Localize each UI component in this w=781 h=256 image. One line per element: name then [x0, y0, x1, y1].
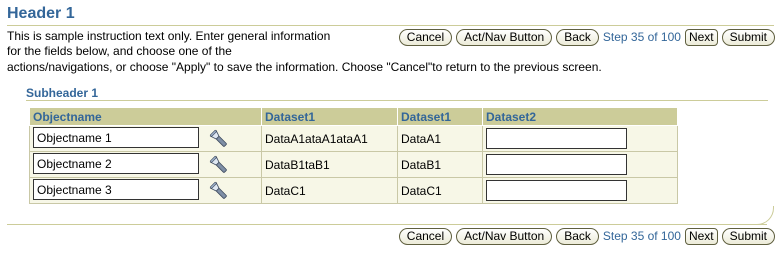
back-button[interactable]: Back: [556, 227, 599, 245]
dataset1b-cell: DataB1: [397, 151, 483, 178]
bottom-button-bar: Cancel Act/Nav Button Back Step 35 of 10…: [395, 227, 775, 245]
dataset1b-cell: DataA1: [397, 125, 483, 152]
dataset2-cell: [482, 151, 678, 178]
column-header-objectname: Objectname: [29, 107, 262, 126]
instruction-text-continued: actions/navigations, or choose "Apply" t…: [7, 60, 602, 74]
footer-corner: [757, 206, 774, 225]
dataset2-input[interactable]: [486, 128, 627, 149]
data-table: Objectname Dataset1 Dataset1 Dataset2 Da…: [29, 107, 678, 204]
flashlight-icon[interactable]: [208, 180, 230, 202]
dataset2-cell: [482, 125, 678, 152]
table-row: DataA1ataA1ataA1 DataA1: [29, 125, 678, 152]
page-title: Header 1: [7, 5, 75, 22]
objectname-input[interactable]: [33, 127, 199, 149]
table-header-row: Objectname Dataset1 Dataset1 Dataset2: [29, 107, 678, 126]
objectname-cell: [29, 177, 262, 204]
objectname-input[interactable]: [33, 179, 199, 201]
column-header-dataset1-b: Dataset1: [397, 107, 483, 126]
objectname-cell: [29, 151, 262, 178]
next-button[interactable]: Next: [684, 28, 718, 46]
cancel-button[interactable]: Cancel: [398, 28, 453, 46]
objectname-input[interactable]: [33, 153, 199, 175]
flashlight-icon[interactable]: [208, 128, 230, 150]
act-nav-button[interactable]: Act/Nav Button: [456, 227, 553, 245]
footer-divider: [7, 224, 767, 225]
next-button[interactable]: Next: [684, 227, 718, 245]
dataset1-cell: DataA1ataA1ataA1: [261, 125, 398, 152]
column-header-dataset2: Dataset2: [482, 107, 678, 126]
objectname-cell: [29, 125, 262, 152]
table-row: DataC1 DataC1: [29, 177, 678, 204]
dataset2-input[interactable]: [486, 154, 627, 175]
flashlight-icon[interactable]: [208, 154, 230, 176]
submit-button[interactable]: Submit: [721, 227, 775, 245]
instruction-text: This is sample instruction text only. En…: [7, 29, 331, 58]
step-indicator: Step 35 of 100: [602, 229, 681, 243]
step-indicator: Step 35 of 100: [602, 30, 681, 44]
dataset2-input[interactable]: [486, 180, 627, 201]
back-button[interactable]: Back: [556, 28, 599, 46]
act-nav-button[interactable]: Act/Nav Button: [456, 28, 553, 46]
dataset1b-cell: DataC1: [397, 177, 483, 204]
subheader-title: Subheader 1: [26, 86, 99, 100]
header-divider: [7, 25, 774, 26]
submit-button[interactable]: Submit: [721, 28, 775, 46]
dataset1-cell: DataB1taB1: [261, 151, 398, 178]
table-row: DataB1taB1 DataB1: [29, 151, 678, 178]
subheader-divider: [26, 100, 768, 101]
top-button-bar: Cancel Act/Nav Button Back Step 35 of 10…: [395, 28, 775, 46]
dataset1-cell: DataC1: [261, 177, 398, 204]
column-header-dataset1: Dataset1: [261, 107, 398, 126]
dataset2-cell: [482, 177, 678, 204]
cancel-button[interactable]: Cancel: [398, 227, 453, 245]
